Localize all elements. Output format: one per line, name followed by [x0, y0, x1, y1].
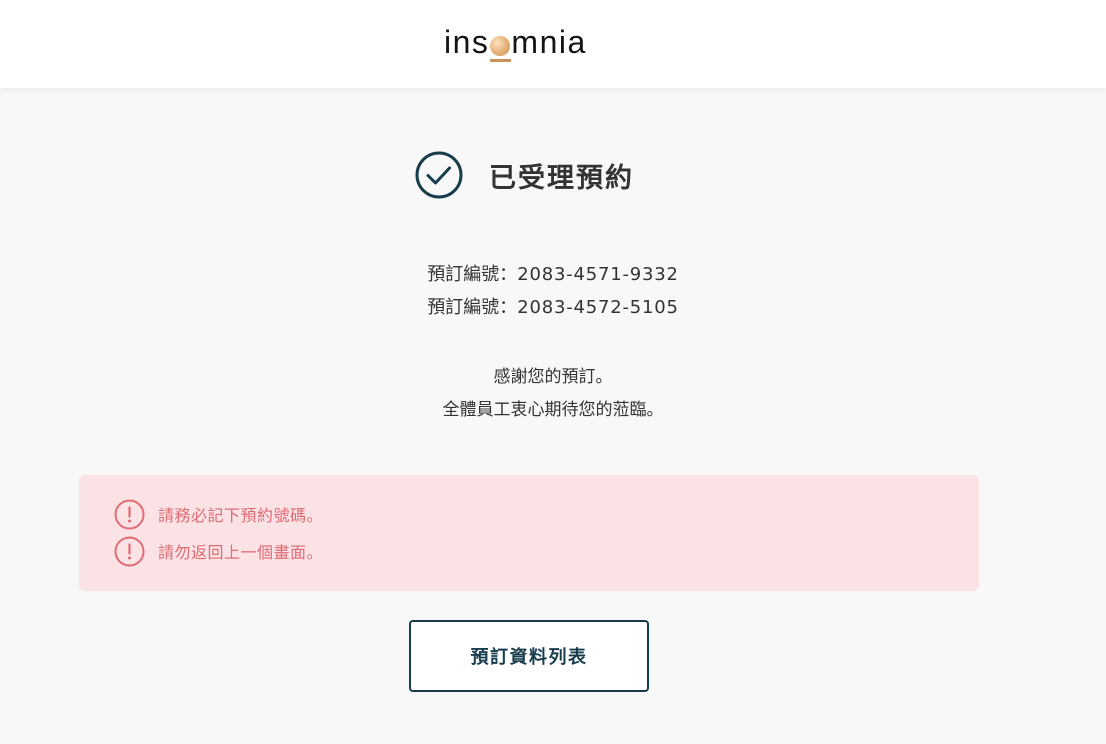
booking-number-list: 預訂編號：2083-4571-9332 預訂編號：2083-4572-5105 [0, 258, 1106, 324]
insomnia-logo[interactable]: ins mnia [444, 20, 587, 64]
alert-message: 請務必記下預約號碼。 [158, 506, 324, 525]
site-header: ins mnia [0, 0, 1106, 88]
logo-sun-mark-icon [490, 35, 512, 62]
booking-number-label: 預訂編號： [427, 297, 518, 318]
warning-alert-box: 請務必記下預約號碼。 請勿返回上一個畫面。 [79, 475, 979, 591]
booking-number-row: 預訂編號：2083-4571-9332 [0, 258, 1106, 291]
exclamation-circle-icon [114, 536, 145, 567]
logo-text-start: ins [444, 23, 490, 60]
alert-message: 請勿返回上一個畫面。 [158, 543, 324, 562]
alert-item: 請勿返回上一個畫面。 [114, 535, 323, 567]
confirmation-heading: 已受理預約 [415, 150, 634, 200]
check-circle-icon [415, 151, 463, 199]
booking-number-value: 2083-4571-9332 [517, 264, 679, 285]
page-title: 已受理預約 [489, 162, 634, 194]
thanks-line: 感謝您的預訂。 [493, 367, 613, 387]
logo-text-end: mnia [511, 23, 587, 60]
exclamation-circle-icon [114, 499, 145, 530]
booking-list-button[interactable]: 預訂資料列表 [409, 620, 649, 692]
thank-you-message: 感謝您的預訂。 全體員工衷心期待您的蒞臨。 [0, 361, 1106, 427]
thanks-line: 全體員工衷心期待您的蒞臨。 [442, 400, 664, 420]
alert-item: 請務必記下預約號碼。 [114, 498, 323, 530]
booking-number-value: 2083-4572-5105 [517, 297, 679, 318]
booking-number-row: 預訂編號：2083-4572-5105 [0, 291, 1106, 324]
booking-number-label: 預訂編號： [427, 264, 518, 285]
